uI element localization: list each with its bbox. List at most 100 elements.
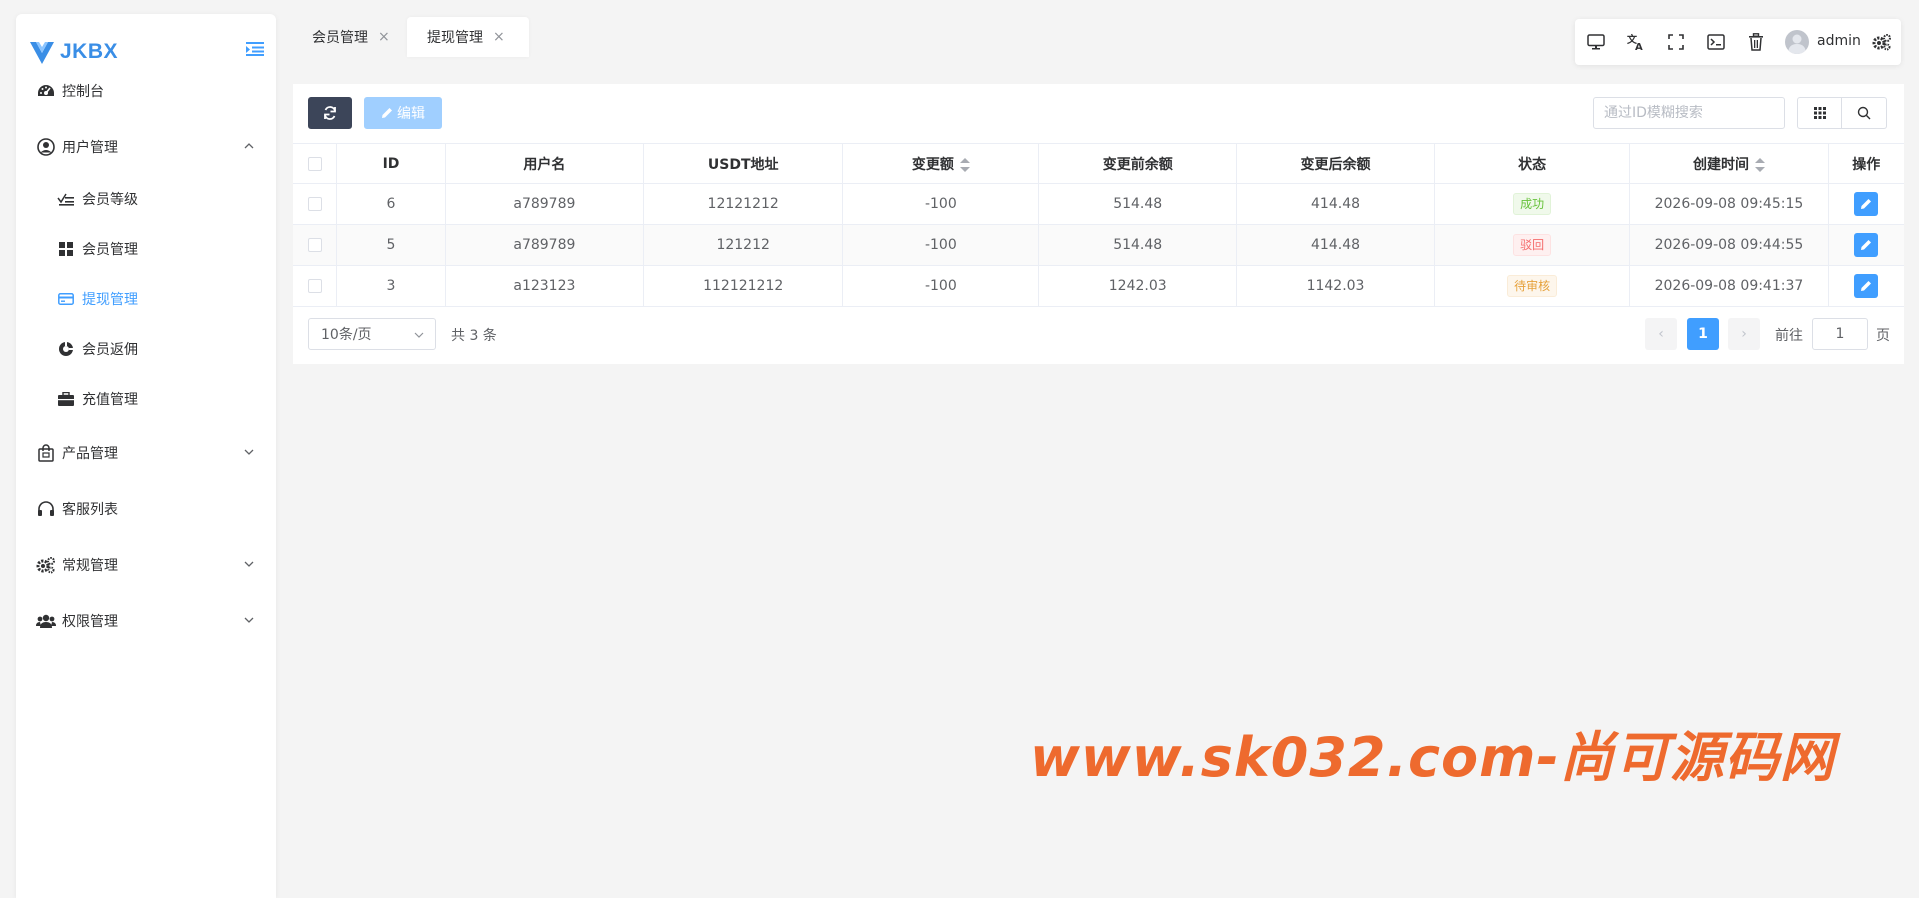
sidebar-item-label: 产品管理 — [62, 446, 118, 462]
row-edit-button[interactable] — [1854, 192, 1879, 216]
row-checkbox[interactable] — [307, 279, 322, 293]
row-checkbox[interactable] — [307, 197, 322, 211]
column-header-created[interactable]: 创建时间 — [1629, 143, 1829, 184]
grid-icon — [1813, 107, 1826, 119]
sidebar-item-label: 提现管理 — [82, 292, 138, 308]
cell-after-balance: 414.48 — [1236, 183, 1435, 225]
cell-username: a123123 — [445, 265, 644, 307]
pencil-icon — [1861, 281, 1872, 291]
cell-id: 3 — [336, 265, 446, 307]
column-header-username: 用户名 — [445, 143, 644, 184]
cell-before-balance: 514.48 — [1038, 224, 1238, 266]
cell-actions — [1828, 224, 1904, 266]
edit-button[interactable]: 编辑 — [364, 97, 442, 129]
table-header-row: ID 用户名 USDT地址 变更额 变更前余额 变更后余额 状态 创建时间 操作 — [293, 143, 1904, 184]
table-row: 3 a123123 112121212 -100 1242.03 1142.03 待审核 20… — [293, 265, 1904, 307]
sidebar-item-member-level[interactable]: 会员等级 — [16, 179, 276, 219]
sidebar-item-member-management[interactable]: 会员管理 — [16, 229, 276, 269]
cell-change: -100 — [842, 224, 1040, 266]
briefcase-icon — [56, 389, 76, 409]
fullscreen-icon[interactable] — [1665, 31, 1687, 53]
withdrawal-table: ID 用户名 USDT地址 变更额 变更前余额 变更后余额 状态 创建时间 操作… — [293, 143, 1904, 307]
next-page-button[interactable]: › — [1728, 318, 1760, 350]
column-header-actions: 操作 — [1828, 143, 1904, 184]
refresh-button[interactable] — [308, 97, 352, 129]
sort-icon[interactable] — [1754, 157, 1765, 172]
cell-before-balance: 1242.03 — [1038, 265, 1238, 307]
monitor-icon[interactable] — [1585, 31, 1607, 53]
cell-username: a789789 — [445, 224, 644, 266]
cell-status: 驳回 — [1434, 224, 1631, 266]
sidebar-item-product-management[interactable]: 产品管理 — [16, 433, 276, 473]
tab-label: 提现管理 — [427, 30, 483, 46]
view-controls — [1797, 97, 1887, 129]
brand-name: JKBX — [60, 40, 119, 63]
avatar[interactable] — [1785, 30, 1809, 54]
trash-icon[interactable] — [1745, 31, 1767, 53]
page-suffix-label: 页 — [1876, 328, 1890, 344]
close-icon[interactable]: × — [378, 29, 390, 45]
cell-id: 5 — [336, 224, 446, 266]
brand[interactable]: JKBX — [28, 34, 118, 70]
sidebar-item-recharge-management[interactable]: 充值管理 — [16, 379, 276, 419]
close-icon[interactable]: × — [493, 29, 505, 45]
row-edit-button[interactable] — [1854, 233, 1879, 257]
tab-withdrawal-management[interactable]: 提现管理 × — [407, 17, 529, 57]
row-edit-button[interactable] — [1854, 274, 1879, 298]
row-checkbox[interactable] — [307, 238, 322, 252]
sidebar-item-customer-service[interactable]: 客服列表 — [16, 489, 276, 529]
row-select-cell — [293, 224, 338, 266]
user-avatar-icon — [1788, 34, 1806, 54]
column-header-label: 创建时间 — [1692, 156, 1749, 173]
sidebar-item-member-commission[interactable]: 会员返佣 — [16, 329, 276, 369]
cell-status: 成功 — [1434, 183, 1631, 225]
pencil-icon — [1861, 199, 1872, 209]
pencil-icon — [382, 108, 392, 118]
page-number-button[interactable]: 1 — [1687, 318, 1719, 350]
prev-page-button[interactable]: ‹ — [1645, 318, 1677, 350]
settings-gears-icon[interactable] — [1871, 31, 1893, 53]
cell-after-balance: 414.48 — [1236, 224, 1435, 266]
tab-label: 会员管理 — [312, 30, 368, 46]
column-header-change[interactable]: 变更额 — [842, 143, 1040, 184]
select-all-checkbox[interactable] — [307, 156, 322, 171]
page-size-select[interactable]: 10条/页 — [308, 318, 436, 350]
chevron-down-icon — [244, 449, 254, 455]
chevron-down-icon — [244, 561, 254, 567]
goto-label: 前往 — [1775, 328, 1803, 344]
sidebar-item-label: 充值管理 — [82, 392, 138, 408]
translate-icon[interactable]: 文A — [1625, 31, 1647, 53]
search-icon — [1857, 106, 1871, 120]
cell-usdt: 121212 — [643, 224, 844, 266]
headset-icon — [36, 499, 56, 519]
column-toggle-button[interactable] — [1797, 97, 1842, 129]
column-header-label: 变更额 — [911, 156, 954, 173]
goto-page-input[interactable] — [1812, 318, 1868, 350]
search-input[interactable] — [1593, 97, 1785, 129]
sidebar-item-label: 客服列表 — [62, 502, 118, 518]
sidebar-item-withdrawal-management[interactable]: 提现管理 — [16, 279, 276, 319]
chevron-up-icon — [244, 143, 254, 149]
search-button[interactable] — [1842, 97, 1887, 129]
page-number: 1 — [1698, 326, 1708, 342]
collapse-menu-button[interactable] — [244, 38, 266, 60]
sidebar-item-label: 会员管理 — [82, 242, 138, 258]
sort-icon[interactable] — [959, 157, 970, 172]
sidebar-item-dashboard[interactable]: 控制台 — [16, 71, 276, 111]
sidebar-item-general-management[interactable]: 常规管理 — [16, 545, 276, 585]
page-size-value: 10条/页 — [321, 327, 372, 343]
shopping-bag-icon — [36, 443, 56, 463]
cell-id: 6 — [336, 183, 446, 225]
username-label[interactable]: admin — [1817, 33, 1861, 49]
watermark: www.sk032.com-尚可源码网 — [1030, 726, 1835, 789]
commission-icon — [56, 339, 76, 359]
users-icon — [36, 611, 56, 631]
sidebar-item-permission-management[interactable]: 权限管理 — [16, 601, 276, 641]
sidebar-item-label: 控制台 — [62, 84, 104, 100]
user-circle-icon — [36, 137, 56, 157]
brand-logo-icon — [30, 42, 54, 64]
tab-member-management[interactable]: 会员管理 × — [292, 17, 414, 57]
terminal-icon[interactable] — [1705, 31, 1727, 53]
status-badge: 成功 — [1513, 193, 1552, 215]
sidebar-item-user-management[interactable]: 用户管理 — [16, 127, 276, 167]
